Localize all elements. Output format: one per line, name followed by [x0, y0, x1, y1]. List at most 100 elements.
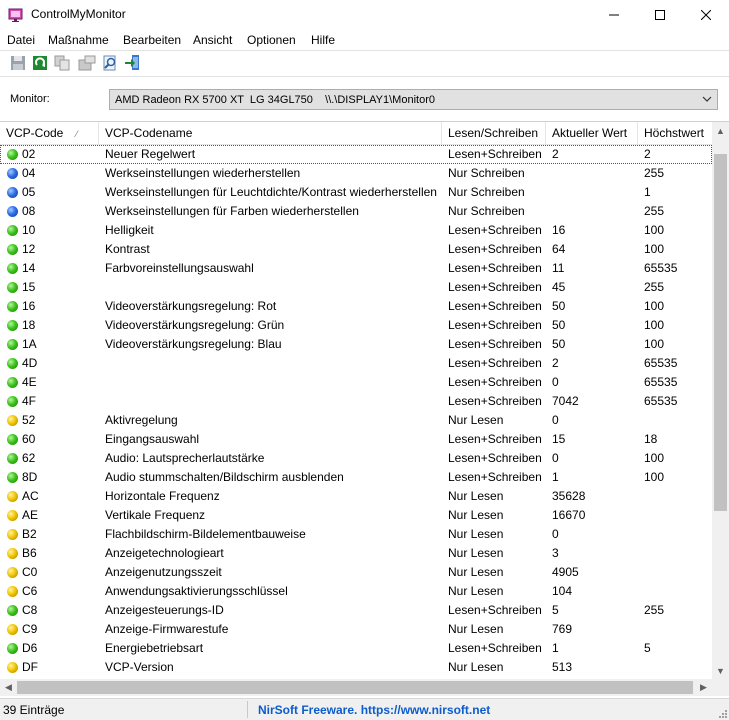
menu-hilfe[interactable]: Hilfe: [311, 33, 335, 47]
title-bar: ControlMyMonitor: [0, 0, 729, 30]
table-row[interactable]: 10 Helligkeit Lesen+Schreiben 16 100: [0, 221, 712, 240]
find-button[interactable]: [101, 54, 119, 72]
table-row[interactable]: D6 Energiebetriebsart Lesen+Schreiben 1 5: [0, 639, 712, 658]
exit-button[interactable]: [124, 54, 142, 72]
table-row[interactable]: 4E Lesen+Schreiben 0 65535: [0, 373, 712, 392]
menu-ansicht[interactable]: Ansicht: [193, 33, 232, 47]
table-row[interactable]: 12 Kontrast Lesen+Schreiben 64 100: [0, 240, 712, 259]
vcp-code-cell: 02: [22, 147, 36, 161]
status-dot-yellow-icon: [7, 415, 18, 426]
column-header-vcp-code[interactable]: VCP-Code ⁄: [0, 122, 99, 144]
horizontal-scrollbar[interactable]: ◀ ▶: [0, 679, 712, 696]
vcp-codename-cell: VCP-Version: [105, 660, 174, 674]
max-value-cell: 18: [644, 432, 658, 446]
find-icon: [103, 55, 116, 71]
column-header-vcp-codename[interactable]: VCP-Codename: [99, 122, 442, 144]
table-row[interactable]: 04 Werkseinstellungen wiederherstellen Nur…: [0, 164, 712, 183]
current-value-cell: 7042: [552, 394, 579, 408]
read-write-cell: Lesen+Schreiben: [448, 451, 542, 465]
table-row[interactable]: C9 Anzeige-Firmwarestufe Nur Lesen 769: [0, 620, 712, 639]
status-dot-blue-icon: [7, 206, 18, 217]
read-write-cell: Lesen+Schreiben: [448, 641, 542, 655]
table-row[interactable]: 16 Videoverstärkungsregelung: Rot Lesen+Sc…: [0, 297, 712, 316]
status-dot-green-icon: [7, 320, 18, 331]
status-divider: [247, 701, 248, 718]
max-value-cell: 100: [644, 318, 665, 332]
maximize-button[interactable]: [637, 0, 683, 30]
table-row[interactable]: 4F Lesen+Schreiben 7042 65535: [0, 392, 712, 411]
table-row[interactable]: 1A Videoverstärkungsregelung: Blau Lesen+S…: [0, 335, 712, 354]
table-row[interactable]: 62 Audio: Lautsprecherlautstärke Lesen+Sch…: [0, 449, 712, 468]
table-row[interactable]: B2 Flachbildschirm-Bildelementbauweise Nur…: [0, 525, 712, 544]
minimize-button[interactable]: [591, 0, 637, 30]
current-value-cell: 513: [552, 660, 573, 674]
save-button[interactable]: [9, 54, 27, 72]
vcp-code-cell: 08: [22, 204, 36, 218]
nirsoft-link[interactable]: NirSoft Freeware. https://www.nirsoft.ne…: [258, 703, 490, 717]
table-row[interactable]: 8D Audio stummschalten/Bildschirm ausblen…: [0, 468, 712, 487]
table-row[interactable]: 05 Werkseinstellungen für Leuchtdichte/Ko…: [0, 183, 712, 202]
monitor-select[interactable]: AMD Radeon RX 5700 XT LG 34GL750 \\.\DIS…: [109, 89, 718, 110]
copy-button[interactable]: [53, 54, 71, 72]
vcp-codename-cell: Aktivregelung: [105, 413, 178, 427]
vcp-code-cell: 04: [22, 166, 36, 180]
vertical-scroll-thumb[interactable]: [714, 154, 727, 511]
status-dot-green-icon: [7, 244, 18, 255]
column-header-max-value[interactable]: Höchstwert: [638, 122, 712, 144]
table-row[interactable]: 52 Aktivregelung Nur Lesen 0: [0, 411, 712, 430]
table-row[interactable]: 15 Lesen+Schreiben 45 255: [0, 278, 712, 297]
close-button[interactable]: [683, 0, 729, 30]
vcp-codename-cell: Farbvoreinstellungsauswahl: [105, 261, 254, 275]
status-dot-blue-icon: [7, 187, 18, 198]
vcp-code-cell: 10: [22, 223, 36, 237]
resize-grip-icon[interactable]: [717, 708, 727, 718]
vcp-code-cell: 8D: [22, 470, 38, 484]
vcp-codename-cell: Werkseinstellungen für Farben wiederhers…: [105, 204, 359, 218]
column-header-current-value[interactable]: Aktueller Wert: [546, 122, 638, 144]
table-row[interactable]: AC Horizontale Frequenz Nur Lesen 35628: [0, 487, 712, 506]
table-row[interactable]: 08 Werkseinstellungen für Farben wiederhe…: [0, 202, 712, 221]
menu-optionen[interactable]: Optionen: [247, 33, 296, 47]
read-write-cell: Lesen+Schreiben: [448, 280, 542, 294]
vcp-codename-cell: Audio: Lautsprecherlautstärke: [105, 451, 265, 465]
vcp-code-cell: 4F: [22, 394, 37, 408]
table-row[interactable]: 14 Farbvoreinstellungsauswahl Lesen+Schrei…: [0, 259, 712, 278]
table-row[interactable]: C6 Anwendungsaktivierungsschlüssel Nur Les…: [0, 582, 712, 601]
menu-bearbeiten[interactable]: Bearbeiten: [123, 33, 181, 47]
refresh-button[interactable]: [31, 54, 49, 72]
vcp-codename-cell: Anzeigesteuerungs-ID: [105, 603, 224, 617]
table-row[interactable]: C8 Anzeigesteuerungs-ID Lesen+Schreiben 5 25…: [0, 601, 712, 620]
table-row[interactable]: 4D Lesen+Schreiben 2 65535: [0, 354, 712, 373]
status-dot-green-icon: [7, 434, 18, 445]
horizontal-scroll-thumb[interactable]: [17, 681, 693, 694]
vcp-codename-cell: Anzeigenutzungsszeit: [105, 565, 222, 579]
table-row[interactable]: 18 Videoverstärkungsregelung: Grün Lesen+S…: [0, 316, 712, 335]
max-value-cell: 255: [644, 603, 665, 617]
scroll-right-arrow[interactable]: ▶: [695, 679, 712, 696]
scroll-down-arrow[interactable]: ▼: [712, 662, 729, 679]
vcp-code-cell: B2: [22, 527, 37, 541]
table-row[interactable]: 02 Neuer Regelwert Lesen+Schreiben 2 2: [0, 145, 712, 164]
current-value-cell: 4905: [552, 565, 579, 579]
properties-button[interactable]: [78, 54, 96, 72]
scrollbar-corner: [712, 679, 729, 696]
vcp-table: VCP-Code ⁄ VCP-Codename Lesen/Schreiben …: [0, 121, 729, 696]
table-row[interactable]: DF VCP-Version Nur Lesen 513: [0, 658, 712, 677]
table-row[interactable]: AE Vertikale Frequenz Nur Lesen 16670: [0, 506, 712, 525]
scroll-left-arrow[interactable]: ◀: [0, 679, 17, 696]
chevron-down-icon: [702, 96, 712, 102]
table-row[interactable]: 60 Eingangsauswahl Lesen+Schreiben 15 18: [0, 430, 712, 449]
column-header-read-write[interactable]: Lesen/Schreiben: [442, 122, 546, 144]
vcp-code-cell: C8: [22, 603, 38, 617]
table-row[interactable]: B6 Anzeigetechnologieart Nur Lesen 3: [0, 544, 712, 563]
table-row[interactable]: C0 Anzeigenutzungsszeit Nur Lesen 4905: [0, 563, 712, 582]
current-value-cell: 0: [552, 413, 559, 427]
read-write-cell: Nur Lesen: [448, 565, 504, 579]
menu-massnahme[interactable]: Maßnahme: [48, 33, 109, 47]
vertical-scrollbar[interactable]: ▲ ▼: [712, 122, 729, 679]
status-dot-yellow-icon: [7, 624, 18, 635]
max-value-cell: 100: [644, 337, 665, 351]
status-bar: 39 Einträge NirSoft Freeware. https://ww…: [0, 698, 729, 720]
menu-datei[interactable]: Datei: [7, 33, 35, 47]
scroll-up-arrow[interactable]: ▲: [712, 122, 729, 139]
